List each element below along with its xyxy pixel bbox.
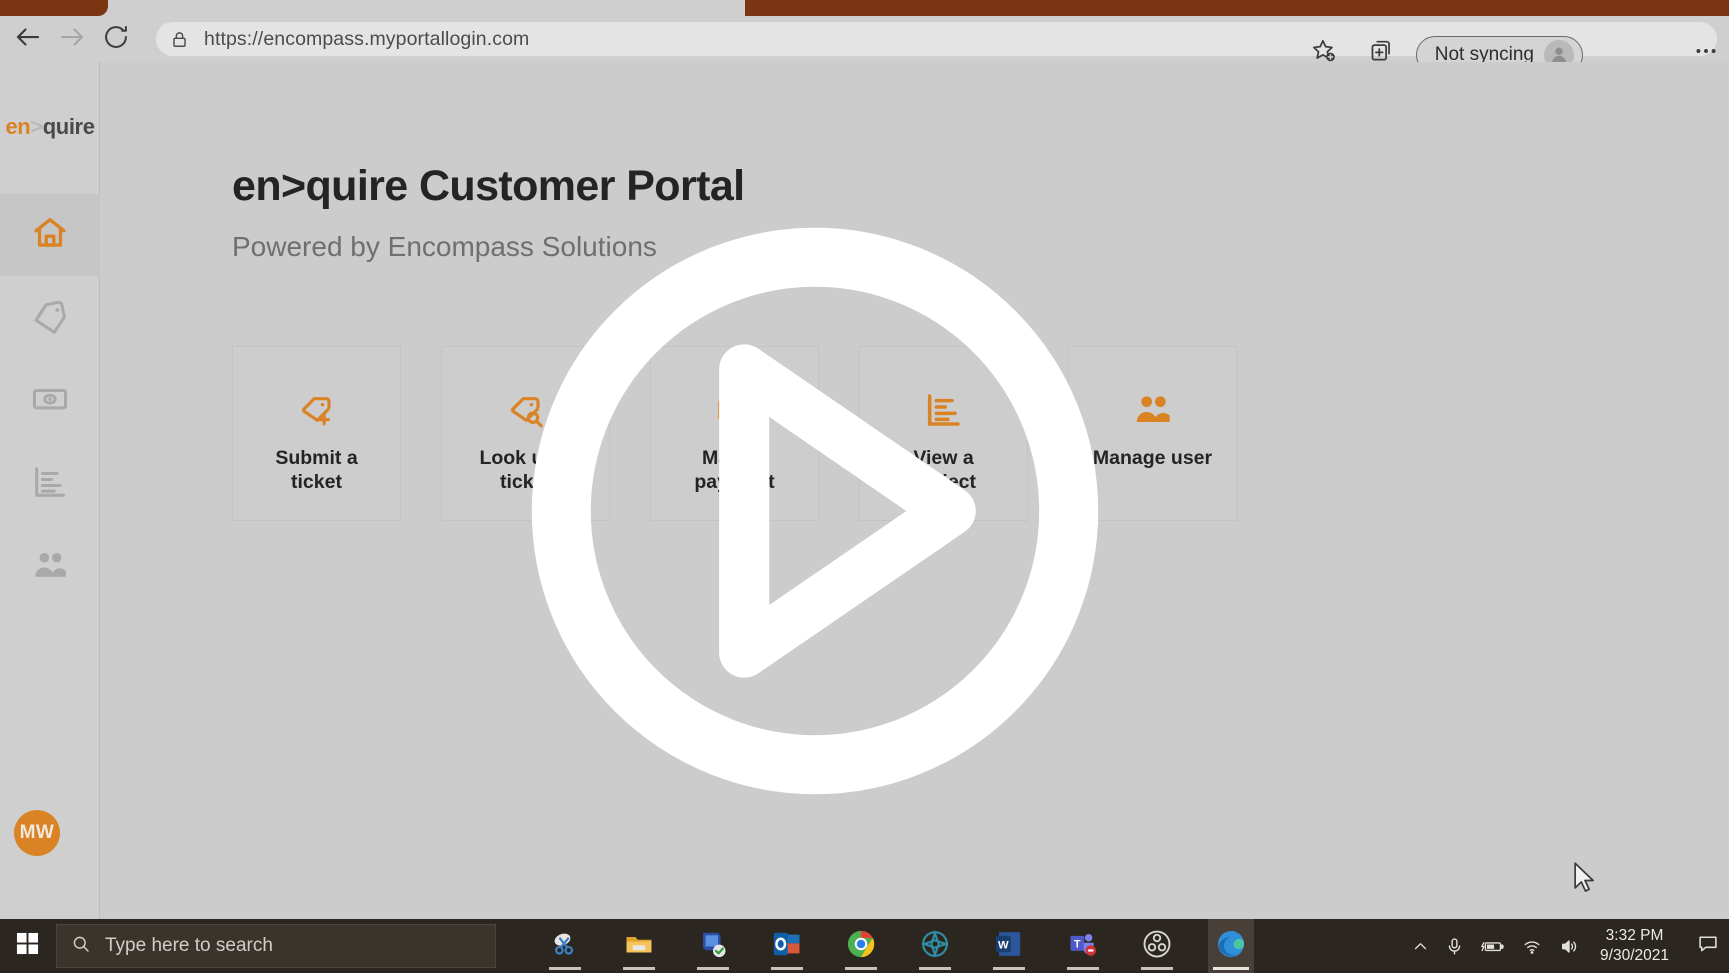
- reload-icon: [102, 23, 130, 56]
- reload-button[interactable]: [94, 19, 138, 59]
- chrome-icon: [846, 929, 876, 964]
- file-explorer-icon: [624, 929, 654, 964]
- card-view-project[interactable]: View a project: [859, 346, 1028, 521]
- obs-studio-icon: [1142, 929, 1172, 964]
- address-bar-text: https://encompass.myportallogin.com: [204, 27, 530, 50]
- app-sidebar: en>quire MW: [0, 62, 100, 919]
- back-arrow-icon: [13, 22, 43, 57]
- speaker-icon[interactable]: [1559, 937, 1580, 956]
- microphone-icon[interactable]: [1445, 937, 1464, 956]
- card-look-up-ticket[interactable]: Look up a ticket: [441, 346, 610, 521]
- people-icon: [31, 546, 69, 589]
- clock-date: 9/30/2021: [1600, 947, 1669, 964]
- svg-text:T: T: [1074, 938, 1081, 950]
- taskbar-item-remote-desktop[interactable]: [690, 919, 736, 973]
- teams-icon: T: [1068, 929, 1098, 964]
- user-initials: MW: [19, 822, 55, 843]
- user-avatar[interactable]: MW: [14, 810, 60, 856]
- web-page: en>quire MW en>quire Customer Portal Pow…: [0, 62, 1729, 919]
- bar-chart-icon: [31, 463, 69, 506]
- money-bill-icon: [31, 380, 69, 423]
- taskbar-item-microsoft-edge[interactable]: [1208, 919, 1254, 973]
- taskbar-search-box[interactable]: Type here to search: [56, 924, 496, 968]
- taskbar-clock[interactable]: 3:32 PM 9/30/2021: [1600, 926, 1669, 967]
- windows-start-icon: [16, 932, 39, 960]
- card-label: Make a payment: [694, 447, 775, 493]
- portal-content: en>quire Customer Portal Powered by Enco…: [101, 62, 1729, 919]
- project-chart-icon: [924, 387, 964, 433]
- browser-toolbar: https://encompass.myportallogin.com Not …: [0, 16, 1729, 74]
- wifi-icon[interactable]: [1521, 937, 1543, 956]
- forward-button[interactable]: [50, 19, 94, 59]
- card-label: Submit a ticket: [275, 447, 358, 493]
- taskbar-item-word[interactable]: W: [986, 919, 1032, 973]
- start-button[interactable]: [0, 919, 54, 973]
- brand-logo: en>quire: [0, 114, 100, 140]
- battery-charging-icon[interactable]: [1480, 937, 1505, 956]
- page-title: en>quire Customer Portal: [232, 162, 745, 210]
- page-subtitle: Powered by Encompass Solutions: [232, 231, 657, 262]
- sidebar-item-reports[interactable]: [0, 443, 100, 525]
- home-icon: [31, 214, 69, 257]
- tag-search-icon: [506, 387, 546, 433]
- search-icon: [71, 934, 91, 959]
- sidebar-item-billing[interactable]: [0, 360, 100, 442]
- taskbar-item-compass-app[interactable]: [912, 919, 958, 973]
- search-placeholder: Type here to search: [105, 935, 273, 956]
- card-label: View a project: [910, 447, 976, 493]
- word-icon: W: [994, 929, 1024, 964]
- card-submit-ticket[interactable]: Submit a ticket: [232, 346, 401, 521]
- outlook-icon: [772, 929, 802, 964]
- taskbar-item-file-explorer[interactable]: [616, 919, 662, 973]
- show-hidden-icons-button[interactable]: [1412, 938, 1429, 955]
- notification-icon[interactable]: [1689, 933, 1719, 960]
- windows-taskbar: Type here to search W T 3:32 PM 9/30/202…: [0, 919, 1729, 973]
- people-icon: [1133, 387, 1173, 433]
- card-label: Manage user: [1092, 447, 1213, 469]
- browser-tabstrip: [0, 0, 1729, 16]
- taskbar-item-teams[interactable]: T: [1060, 919, 1106, 973]
- sidebar-item-users[interactable]: [0, 526, 100, 608]
- svg-text:W: W: [998, 939, 1009, 951]
- sidebar-item-tickets[interactable]: [0, 277, 100, 359]
- taskbar-app-icons: W T: [542, 919, 1254, 973]
- snipping-tool-icon: [550, 929, 580, 964]
- lock-icon: [170, 30, 192, 49]
- card-make-payment[interactable]: Make a payment: [650, 346, 819, 521]
- system-tray: 3:32 PM 9/30/2021: [1412, 926, 1729, 967]
- taskbar-item-obs-studio[interactable]: [1134, 919, 1180, 973]
- quick-action-cards: Submit a ticket Look up a ticket Make a …: [232, 346, 1237, 521]
- clock-time: 3:32 PM: [1605, 926, 1664, 944]
- microsoft-edge-icon: [1216, 929, 1246, 964]
- money-bill-icon: [715, 387, 755, 433]
- active-browser-tab[interactable]: [0, 0, 108, 16]
- mouse-pointer-icon: [1572, 862, 1598, 899]
- remote-desktop-icon: [698, 929, 728, 964]
- brand-prefix: en: [5, 114, 31, 139]
- taskbar-item-outlook[interactable]: [764, 919, 810, 973]
- taskbar-item-chrome[interactable]: [838, 919, 884, 973]
- tag-icon: [31, 297, 69, 340]
- sidebar-item-home[interactable]: [0, 194, 100, 276]
- back-button[interactable]: [6, 19, 50, 59]
- card-label: Look up a ticket: [479, 447, 572, 493]
- tag-plus-icon: [297, 387, 337, 433]
- brand-separator: >: [30, 114, 43, 139]
- compass-app-icon: [920, 929, 950, 964]
- forward-arrow-icon: [57, 22, 87, 57]
- card-manage-user[interactable]: Manage user: [1068, 346, 1237, 521]
- brand-suffix: quire: [42, 114, 95, 139]
- taskbar-item-snipping-tool[interactable]: [542, 919, 588, 973]
- tabstrip-background: [745, 0, 1729, 16]
